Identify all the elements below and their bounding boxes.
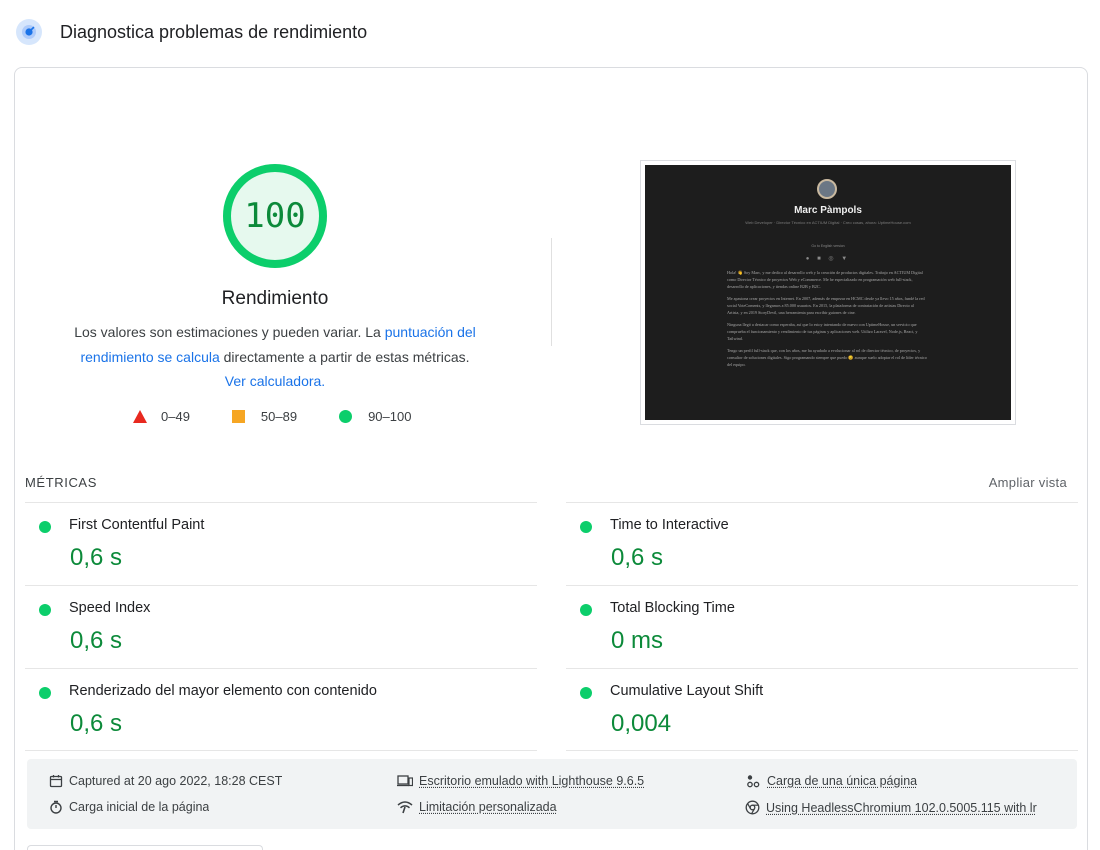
calendar-icon xyxy=(49,775,63,788)
runtime-browser[interactable]: Using HeadlessChromium 102.0.5005.115 wi… xyxy=(745,800,1072,815)
metric-total-blocking-time: Total Blocking Time 0 ms xyxy=(566,585,1078,668)
screenshot-name: Marc Pàmpols xyxy=(794,205,862,216)
metric-value: 0,6 s xyxy=(611,544,664,571)
chrome-icon xyxy=(745,800,760,815)
legend-item-pass: 90–100 xyxy=(339,409,411,424)
metric-label: Cumulative Layout Shift xyxy=(610,683,764,699)
metrics-divider xyxy=(566,750,1078,751)
legend-item-fail: 0–49 xyxy=(133,409,190,424)
avatar xyxy=(817,179,837,199)
score-title: Rendimiento xyxy=(221,288,329,309)
legend-range-average: 50–89 xyxy=(260,409,298,424)
github-icon: ● xyxy=(805,256,813,262)
social-icons: ● ■ ◎ ▼ xyxy=(645,255,1011,262)
score-legend: 0–49 50–89 90–100 xyxy=(133,409,453,424)
performance-card: 100 Rendimiento Los valores son estimaci… xyxy=(14,67,1088,850)
metric-value: 0 ms xyxy=(611,627,664,654)
score-description-middle: directamente a partir de estas métricas. xyxy=(219,348,470,365)
metric-largest-contentful-paint: Renderizado del mayor elemento con conte… xyxy=(25,668,537,751)
runtime-initial-load: Carga inicial de la página xyxy=(49,800,209,814)
captured-text: Captured at 20 ago 2022, 18:28 CEST xyxy=(69,774,283,788)
single-page-text: Carga de una única página xyxy=(767,774,918,788)
legend-range-fail: 0–49 xyxy=(161,409,190,424)
metric-label: Total Blocking Time xyxy=(610,600,735,616)
screenshot-subtitle: Web Developer · Director Técnico en ACTI… xyxy=(745,220,911,225)
pass-circle-icon xyxy=(580,521,592,533)
runtime-single-page[interactable]: Carga de una única página xyxy=(745,774,917,788)
metric-time-to-interactive: Time to Interactive 0,6 s xyxy=(566,502,1078,585)
screenshot-content: Marc Pàmpols Web Developer · Director Té… xyxy=(645,165,1011,420)
screenshot-language-link: Go to English version xyxy=(811,244,845,248)
expand-view-toggle[interactable]: Ampliar vista xyxy=(989,475,1067,490)
metric-label: Speed Index xyxy=(69,600,151,616)
metrics-divider xyxy=(25,750,537,751)
metric-label: Renderizado del mayor elemento con conte… xyxy=(69,683,377,699)
page-title: Diagnostica problemas de rendimiento xyxy=(60,21,368,42)
runtime-throttling[interactable]: Limitación personalizada xyxy=(397,800,557,814)
pass-circle-icon xyxy=(580,604,592,616)
screenshot-paragraph: Hola! 👋 Soy Marc, y me dedico al desarro… xyxy=(727,270,923,289)
device-text: Escritorio emulado with Lighthouse 9.6.5 xyxy=(419,774,645,788)
metric-label: Time to Interactive xyxy=(610,517,729,533)
metrics-title: MÉTRICAS xyxy=(25,475,97,490)
runtime-settings: Captured at 20 ago 2022, 18:28 CEST Carg… xyxy=(27,759,1077,829)
pass-circle-icon xyxy=(580,687,592,699)
score-description-prefix: Los valores son estimaciones y pueden va… xyxy=(74,324,385,340)
calculator-link[interactable]: Ver calculadora. xyxy=(225,373,325,389)
page-header: Diagnostica problemas de rendimiento xyxy=(16,18,367,46)
screenshot-body: Hola! 👋 Soy Marc, y me dedico al desarro… xyxy=(727,269,927,373)
final-screenshot[interactable]: Marc Pàmpols Web Developer · Director Té… xyxy=(640,160,1016,425)
score-value: 100 xyxy=(244,196,306,236)
metric-value: 0,004 xyxy=(611,710,672,737)
timer-icon xyxy=(50,800,62,814)
average-square-icon xyxy=(231,410,245,423)
initial-load-text: Carga inicial de la página xyxy=(69,800,210,814)
metric-value: 0,6 s xyxy=(70,710,123,737)
metric-cumulative-layout-shift: Cumulative Layout Shift 0,004 xyxy=(566,668,1078,751)
score-description: Los valores son estimaciones y pueden va… xyxy=(70,320,480,394)
screenshot-paragraph: Ninguna llegó a destacar como esperaba, … xyxy=(727,322,918,341)
fail-triangle-icon xyxy=(133,410,147,423)
screenshot-paragraph: Tengo un perfil full-stack que, con los … xyxy=(727,348,927,367)
desktop-icon xyxy=(397,775,413,787)
linkedin-icon: ■ xyxy=(817,256,824,262)
nodes-icon xyxy=(747,775,760,788)
wifi-icon xyxy=(397,801,413,814)
twitter-icon: ▼ xyxy=(841,256,851,262)
pass-circle-icon xyxy=(39,521,51,533)
metric-label: First Contentful Paint xyxy=(69,517,205,533)
lighthouse-speed-icon xyxy=(16,19,42,45)
metric-first-contentful-paint: First Contentful Paint 0,6 s xyxy=(25,502,537,585)
screenshot-paragraph: Me apasiona crear proyectos en Internet.… xyxy=(727,296,925,315)
metric-value: 0,6 s xyxy=(70,627,123,654)
vertical-divider xyxy=(551,238,552,346)
pass-circle-icon xyxy=(339,410,353,423)
instagram-icon: ◎ xyxy=(828,256,837,262)
score-gauge: 100 xyxy=(220,161,330,271)
runtime-device[interactable]: Escritorio emulado with Lighthouse 9.6.5 xyxy=(397,774,644,788)
pass-circle-icon xyxy=(39,687,51,699)
legend-item-average: 50–89 xyxy=(231,409,298,424)
metric-value: 0,6 s xyxy=(70,544,123,571)
legend-range-pass: 90–100 xyxy=(368,409,412,424)
runtime-captured: Captured at 20 ago 2022, 18:28 CEST xyxy=(49,774,282,788)
metric-speed-index: Speed Index 0,6 s xyxy=(25,585,537,668)
pass-circle-icon xyxy=(39,604,51,616)
next-panel-edge xyxy=(27,845,263,850)
browser-text: Using HeadlessChromium 102.0.5005.115 wi… xyxy=(766,800,1037,815)
throttling-text: Limitación personalizada xyxy=(419,800,557,814)
